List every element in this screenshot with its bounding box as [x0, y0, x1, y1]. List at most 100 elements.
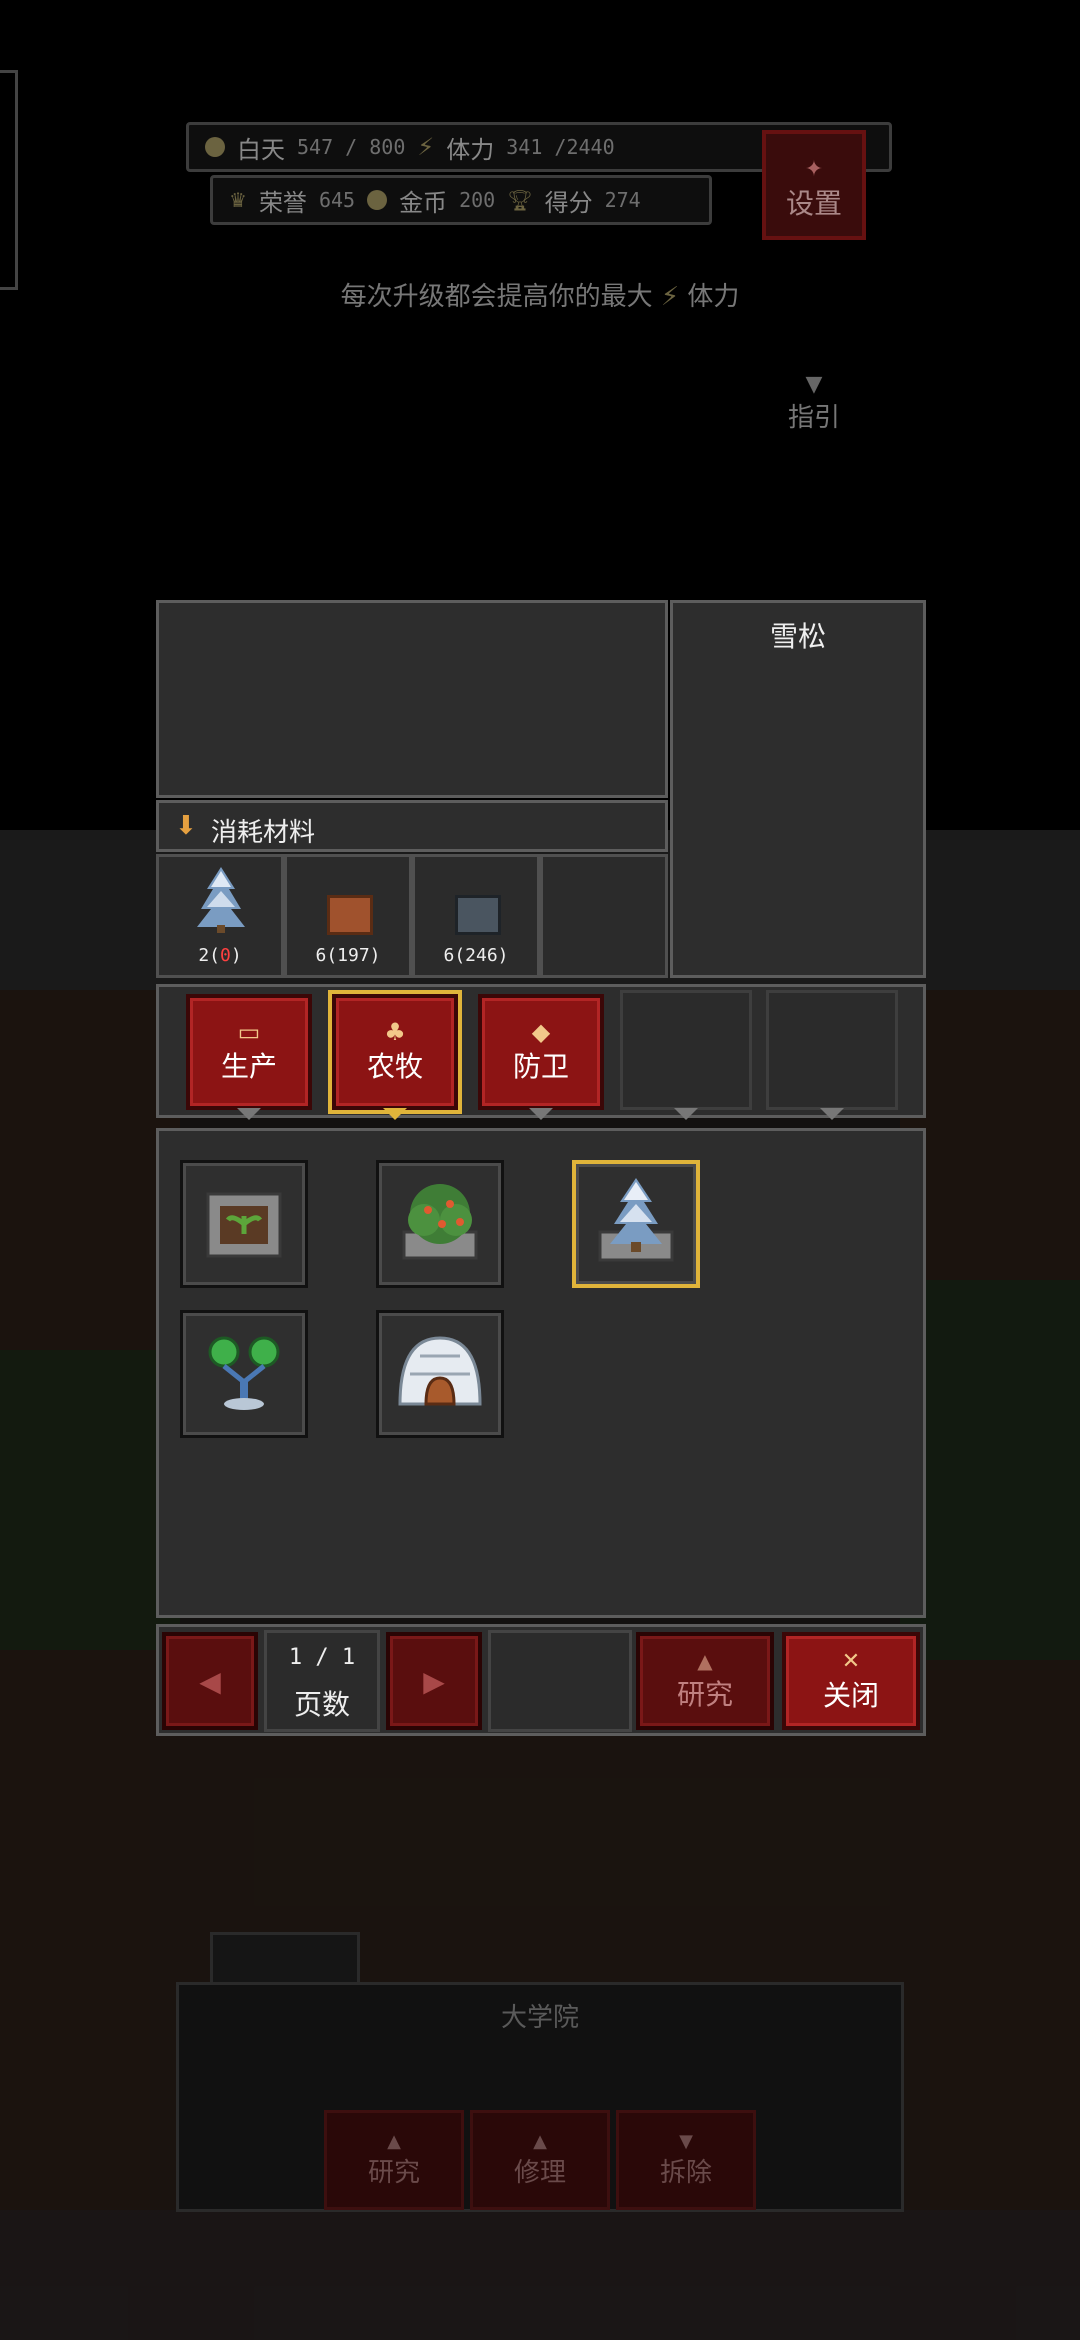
materials-header: ⬇ 消耗材料: [156, 800, 668, 852]
igloo-item[interactable]: [376, 1310, 504, 1438]
tab-defense[interactable]: ◆ 防卫: [478, 994, 604, 1110]
side-drawer-handle[interactable]: [0, 70, 18, 290]
berry-bush-item[interactable]: [376, 1160, 504, 1288]
flask-icon: ▲: [387, 2131, 401, 2152]
twin-lamp-icon: [208, 1336, 280, 1410]
trophy-icon: 🏆︎: [507, 188, 533, 212]
snow-pine-item[interactable]: [572, 1160, 700, 1288]
upgrade-hint: 每次升级都会提高你的最大 ⚡ 体力: [0, 276, 1080, 313]
detail-panel: 雪松: [670, 600, 926, 978]
day-label: 白天: [237, 135, 285, 164]
tab-empty: [766, 990, 898, 1110]
research-button-disabled[interactable]: ▲ 研究: [636, 1632, 774, 1730]
stamina-value: 341 /2440: [506, 135, 615, 159]
honor-label: 荣誉: [258, 188, 307, 217]
sun-icon: [205, 137, 225, 157]
material-count: 2(0): [198, 945, 242, 966]
snow-pine-icon: [598, 1178, 674, 1262]
building-research-label: 研究: [367, 2158, 420, 2188]
material-required: 6: [315, 945, 327, 966]
shield-icon: ◆: [531, 1018, 551, 1046]
crown-icon: ♛: [229, 188, 247, 212]
brick-icon: [327, 895, 373, 935]
stamina-label: 体力: [446, 135, 495, 164]
page-label: 页数: [293, 1688, 350, 1721]
anvil-icon: ▭: [237, 1018, 261, 1046]
preview-panel: [156, 600, 668, 798]
prev-page-button[interactable]: ◀: [162, 1632, 258, 1730]
building-repair-button[interactable]: ▲ 修理: [470, 2110, 610, 2210]
score-value: 274: [604, 188, 641, 212]
material-required: 2: [198, 945, 210, 966]
lightning-icon: ⚡: [417, 133, 435, 161]
arrow-down-icon: ⬇: [175, 811, 197, 841]
hint-text-suffix: 体力: [687, 282, 740, 312]
settings-label: 设置: [785, 187, 842, 220]
material-owned: 0: [220, 945, 231, 966]
berry-bush-icon: [402, 1184, 478, 1260]
honor-value: 645: [318, 188, 356, 212]
twin-lamp-item[interactable]: [180, 1310, 308, 1438]
material-owned: 246: [465, 945, 498, 966]
seedling-planter-item[interactable]: [180, 1160, 308, 1288]
tab-farming-label: 农牧: [366, 1050, 423, 1083]
pickaxe-icon: ▼: [679, 2131, 693, 2152]
page-value: 1 / 1: [288, 1645, 356, 1670]
tab-empty: [620, 990, 752, 1110]
tab-defense-label: 防卫: [512, 1050, 569, 1083]
material-count: 6(197): [315, 945, 381, 966]
material-slot-empty: [540, 854, 668, 978]
gold-label: 金币: [399, 188, 448, 217]
building-title: 大学院: [500, 2003, 579, 2033]
tab-production-label: 生产: [220, 1050, 277, 1083]
building-panel-tab: [210, 1932, 360, 1982]
igloo-icon: [398, 1336, 482, 1406]
tab-arrow: [820, 1108, 844, 1120]
page-indicator: 1 / 1 页数: [264, 1630, 380, 1732]
seedling-planter-icon: [206, 1192, 282, 1258]
lightning-icon: ⚡: [660, 282, 680, 312]
research-label: 研究: [676, 1678, 733, 1711]
flask-icon: ▲: [697, 1649, 713, 1673]
score-label: 得分: [544, 188, 593, 217]
material-count: 6(246): [443, 945, 509, 966]
building-repair-label: 修理: [513, 2158, 566, 2188]
close-button[interactable]: ✕ 关闭: [782, 1632, 920, 1730]
guide-icon: ▼: [805, 372, 823, 397]
tab-arrow: [237, 1108, 261, 1120]
material-owned: 197: [337, 945, 370, 966]
pager-empty-slot: [488, 1630, 632, 1732]
tab-arrow: [529, 1108, 553, 1120]
building-demolish-label: 拆除: [659, 2158, 712, 2188]
material-slot: 6(197): [284, 854, 412, 978]
guide-button[interactable]: ▼ 指引: [770, 372, 858, 452]
material-required: 6: [443, 945, 455, 966]
material-slot: 6(246): [412, 854, 540, 978]
building-research-button[interactable]: ▲ 研究: [324, 2110, 464, 2210]
wrench-icon: ✦: [804, 157, 824, 182]
coin-icon: [367, 190, 388, 210]
detail-title: 雪松: [769, 620, 826, 653]
triangle-left-icon: ◀: [199, 1664, 221, 1698]
settings-button[interactable]: ✦ 设置: [762, 130, 866, 240]
guide-label: 指引: [787, 403, 840, 433]
hammer-icon: ▲: [533, 2131, 547, 2152]
tab-arrow: [674, 1108, 698, 1120]
hint-text-prefix: 每次升级都会提高你的最大: [340, 282, 653, 312]
sprout-icon: ♣: [384, 1018, 406, 1046]
triangle-right-icon: ▶: [423, 1664, 445, 1698]
building-demolish-button[interactable]: ▼ 拆除: [616, 2110, 756, 2210]
material-slot: 2(0): [156, 854, 284, 978]
hud-row-honor-gold-score: ♛ 荣誉 645 金币 200 🏆︎ 得分 274: [210, 175, 712, 225]
materials-header-label: 消耗材料: [211, 818, 316, 848]
day-value: 547 / 800: [297, 135, 406, 159]
close-label: 关闭: [822, 1678, 879, 1712]
gold-value: 200: [459, 188, 496, 212]
tab-arrow-selected: [383, 1108, 407, 1120]
snow-pine-icon: [197, 867, 245, 933]
next-page-button[interactable]: ▶: [386, 1632, 482, 1730]
stone-block-icon: [455, 895, 501, 935]
tab-farming[interactable]: ♣ 农牧: [332, 994, 458, 1110]
close-icon: ✕: [841, 1648, 861, 1674]
tab-production[interactable]: ▭ 生产: [186, 994, 312, 1110]
